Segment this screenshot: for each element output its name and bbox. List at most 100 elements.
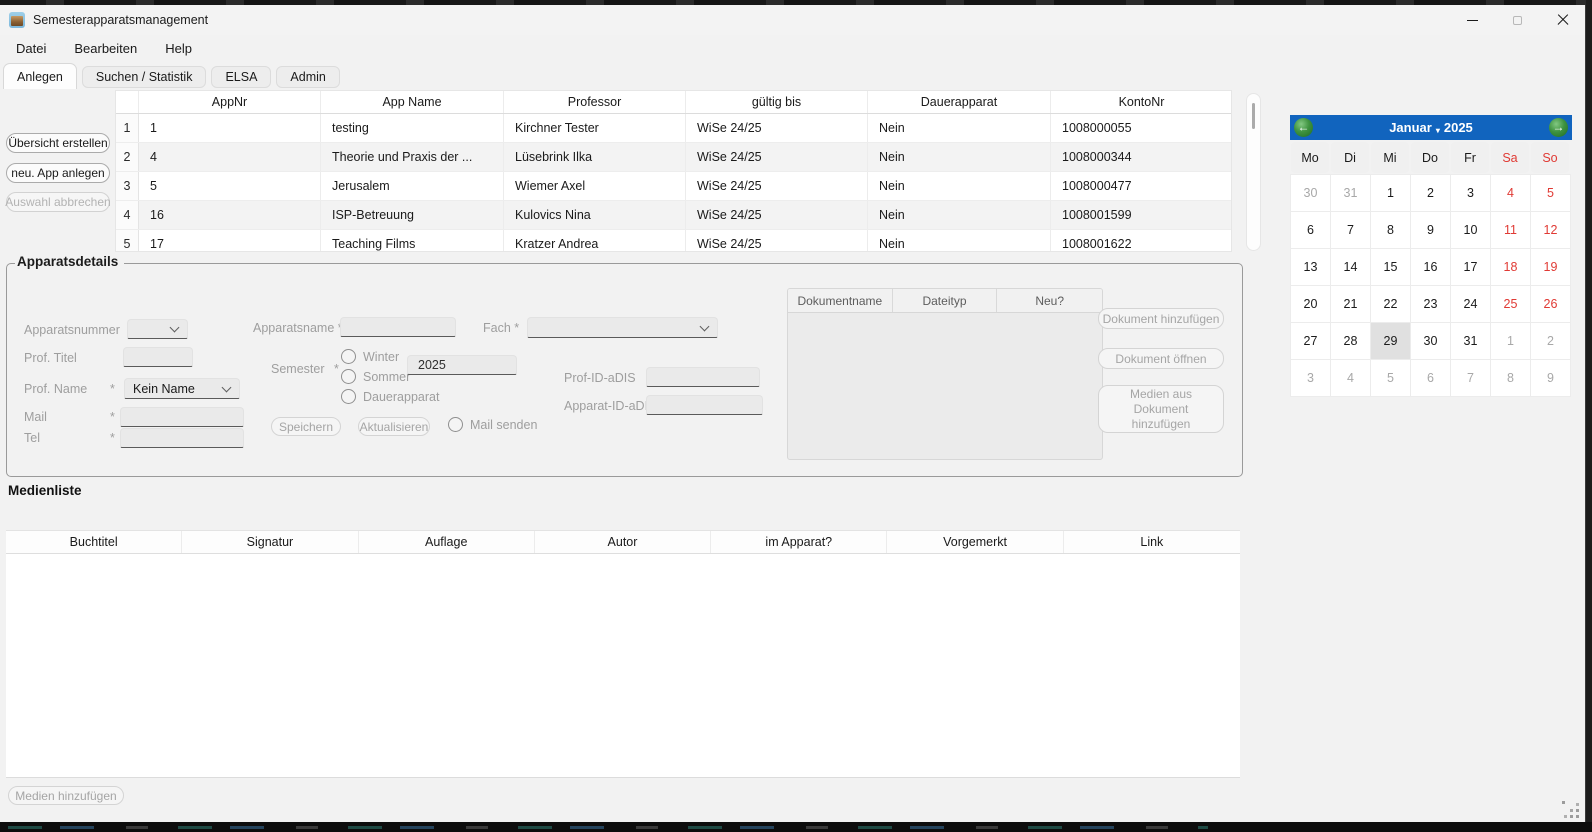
column-header-dauerapparat[interactable]: Dauerapparat: [868, 91, 1051, 113]
med-column-header-im-apparat[interactable]: im Apparat?: [711, 531, 887, 553]
table-scrollbar[interactable]: [1246, 93, 1261, 251]
table-row[interactable]: 517Teaching FilmsKratzer AndreaWiSe 24/2…: [116, 230, 1231, 252]
sidebar-button-auswahl-abbrechen[interactable]: Auswahl abbrechen: [6, 192, 110, 212]
doc-column-header-neu[interactable]: Neu?: [997, 289, 1102, 312]
apparat-id-field[interactable]: [646, 395, 763, 415]
menu-item-help[interactable]: Help: [151, 41, 206, 56]
med-column-header-link[interactable]: Link: [1064, 531, 1240, 553]
semester-year-field[interactable]: 2025: [407, 355, 517, 375]
calendar-day[interactable]: 3: [1451, 175, 1491, 212]
column-header-g-ltig-bis[interactable]: gültig bis: [686, 91, 868, 113]
close-button[interactable]: [1540, 5, 1585, 35]
calendar-day[interactable]: 5: [1531, 175, 1571, 212]
tab-anlegen[interactable]: Anlegen: [3, 63, 77, 89]
apparatsname-field[interactable]: [340, 317, 456, 337]
aktualisieren-button[interactable]: Aktualisieren: [358, 417, 430, 436]
calendar-day[interactable]: 8: [1491, 360, 1531, 397]
table-row[interactable]: 35JerusalemWiemer AxelWiSe 24/25Nein1008…: [116, 172, 1231, 201]
calendar-day[interactable]: 24: [1451, 286, 1491, 323]
calendar-year-label[interactable]: 2025: [1444, 120, 1473, 135]
calendar-day[interactable]: 31: [1331, 175, 1371, 212]
calendar-day[interactable]: 1: [1491, 323, 1531, 360]
calendar-day[interactable]: 25: [1491, 286, 1531, 323]
calendar-day[interactable]: 26: [1531, 286, 1571, 323]
table-row[interactable]: 11testingKirchner TesterWiSe 24/25Nein10…: [116, 114, 1231, 143]
calendar-day[interactable]: 31: [1451, 323, 1491, 360]
sidebar-button-bersicht-erstellen[interactable]: Übersicht erstellen: [6, 133, 110, 153]
calendar-day[interactable]: 28: [1331, 323, 1371, 360]
calendar-day[interactable]: 9: [1411, 212, 1451, 249]
scrollbar-thumb[interactable]: [1252, 103, 1255, 129]
apparatsnummer-dropdown[interactable]: [127, 319, 188, 339]
calendar-day[interactable]: 15: [1371, 249, 1411, 286]
calendar-day[interactable]: 23: [1411, 286, 1451, 323]
menu-item-datei[interactable]: Datei: [2, 41, 60, 56]
dokument-hinzufuegen-button[interactable]: Dokument hinzufügen: [1098, 308, 1224, 329]
calendar-day[interactable]: 2: [1411, 175, 1451, 212]
calendar-day-selected[interactable]: 29: [1371, 323, 1411, 360]
tab-admin[interactable]: Admin: [276, 66, 339, 88]
calendar-day[interactable]: 4: [1331, 360, 1371, 397]
medien-aus-dokument-button[interactable]: Medien aus Dokument hinzufügen: [1098, 385, 1224, 433]
column-header-appnr[interactable]: AppNr: [139, 91, 321, 113]
medien-hinzufuegen-button[interactable]: Medien hinzufügen: [8, 786, 124, 805]
maximize-button[interactable]: [1495, 5, 1540, 35]
calendar-day[interactable]: 5: [1371, 360, 1411, 397]
calendar-day[interactable]: 3: [1291, 360, 1331, 397]
calendar-day[interactable]: 17: [1451, 249, 1491, 286]
calendar-day[interactable]: 27: [1291, 323, 1331, 360]
calendar-day[interactable]: 10: [1451, 212, 1491, 249]
mail-field[interactable]: [120, 407, 244, 427]
calendar-day[interactable]: 12: [1531, 212, 1571, 249]
calendar-day[interactable]: 2: [1531, 323, 1571, 360]
med-column-header-buchtitel[interactable]: Buchtitel: [6, 531, 182, 553]
sidebar-button-neu-app-anlegen[interactable]: neu. App anlegen: [6, 163, 110, 183]
calendar-next-button[interactable]: →: [1549, 118, 1568, 137]
table-row[interactable]: 24Theorie und Praxis der ...Lüsebrink Il…: [116, 143, 1231, 172]
tab-suchen-statistik[interactable]: Suchen / Statistik: [82, 66, 207, 88]
document-table-body[interactable]: [788, 313, 1102, 460]
calendar-day[interactable]: 30: [1291, 175, 1331, 212]
mail-senden-checkbox[interactable]: [448, 417, 463, 432]
med-column-header-autor[interactable]: Autor: [535, 531, 711, 553]
dokument-oeffnen-button[interactable]: Dokument öffnen: [1098, 348, 1224, 369]
table-row[interactable]: 416ISP-BetreuungKulovics NinaWiSe 24/25N…: [116, 201, 1231, 230]
prof-id-field[interactable]: [646, 367, 760, 387]
calendar-day[interactable]: 30: [1411, 323, 1451, 360]
tel-field[interactable]: [120, 428, 244, 448]
medien-table-body[interactable]: [6, 554, 1240, 778]
doc-column-header-dokumentname[interactable]: Dokumentname: [788, 289, 893, 312]
med-column-header-auflage[interactable]: Auflage: [359, 531, 535, 553]
calendar-day[interactable]: 7: [1451, 360, 1491, 397]
winter-radio[interactable]: [341, 349, 356, 364]
doc-column-header-dateityp[interactable]: Dateityp: [893, 289, 998, 312]
dauerapparat-radio[interactable]: [341, 389, 356, 404]
calendar-day[interactable]: 13: [1291, 249, 1331, 286]
menu-item-bearbeiten[interactable]: Bearbeiten: [60, 41, 151, 56]
resize-grip[interactable]: [1562, 801, 1580, 819]
calendar-day[interactable]: 1: [1371, 175, 1411, 212]
med-column-header-signatur[interactable]: Signatur: [182, 531, 358, 553]
fach-dropdown[interactable]: [527, 317, 718, 338]
calendar-day[interactable]: 7: [1331, 212, 1371, 249]
prof-titel-field[interactable]: [123, 347, 193, 367]
calendar-day[interactable]: 16: [1411, 249, 1451, 286]
calendar-day[interactable]: 18: [1491, 249, 1531, 286]
calendar-day[interactable]: 8: [1371, 212, 1411, 249]
column-header-app-name[interactable]: App Name: [321, 91, 504, 113]
calendar-day[interactable]: 6: [1291, 212, 1331, 249]
minimize-button[interactable]: [1450, 5, 1495, 35]
calendar-day[interactable]: 14: [1331, 249, 1371, 286]
column-header-professor[interactable]: Professor: [504, 91, 686, 113]
calendar-day[interactable]: 4: [1491, 175, 1531, 212]
calendar-day[interactable]: 20: [1291, 286, 1331, 323]
calendar-day[interactable]: 19: [1531, 249, 1571, 286]
calendar-month-label[interactable]: Januar: [1389, 120, 1432, 135]
speichern-button[interactable]: Speichern: [271, 417, 341, 436]
calendar-day[interactable]: 11: [1491, 212, 1531, 249]
calendar-day[interactable]: 6: [1411, 360, 1451, 397]
calendar-day[interactable]: 9: [1531, 360, 1571, 397]
sommer-radio[interactable]: [341, 369, 356, 384]
med-column-header-vorgemerkt[interactable]: Vorgemerkt: [887, 531, 1063, 553]
calendar-prev-button[interactable]: ←: [1294, 118, 1313, 137]
